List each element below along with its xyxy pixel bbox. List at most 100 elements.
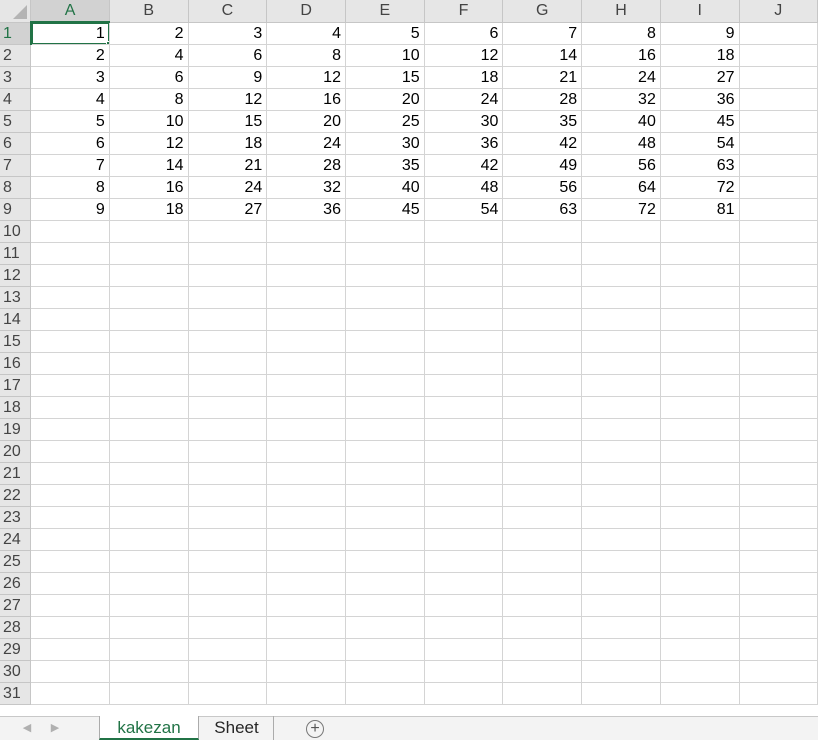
- cell-b31[interactable]: [109, 682, 189, 705]
- cell-h12[interactable]: [581, 264, 661, 287]
- cell-e25[interactable]: [345, 550, 425, 573]
- cell-i19[interactable]: [660, 418, 740, 441]
- row-header-4[interactable]: 4: [0, 88, 32, 111]
- cell-e24[interactable]: [345, 528, 425, 551]
- cell-f16[interactable]: [424, 352, 504, 375]
- cell-i10[interactable]: [660, 220, 740, 243]
- cell-e27[interactable]: [345, 594, 425, 617]
- column-header-e[interactable]: E: [345, 0, 425, 23]
- cell-b5[interactable]: 10: [109, 110, 189, 133]
- cell-d5[interactable]: 20: [266, 110, 346, 133]
- cell-j15[interactable]: [739, 330, 818, 353]
- cell-g28[interactable]: [502, 616, 583, 639]
- cell-c8[interactable]: 24: [188, 176, 268, 199]
- cell-i8[interactable]: 72: [660, 176, 740, 199]
- cell-a25[interactable]: [30, 550, 110, 573]
- cell-h4[interactable]: 32: [581, 88, 661, 111]
- cell-a17[interactable]: [30, 374, 110, 397]
- cell-e29[interactable]: [345, 638, 425, 661]
- cell-j26[interactable]: [739, 572, 818, 595]
- cell-d2[interactable]: 8: [266, 44, 346, 67]
- cell-b12[interactable]: [109, 264, 189, 287]
- cell-d21[interactable]: [266, 462, 346, 485]
- cell-a5[interactable]: 5: [30, 110, 110, 133]
- cell-d28[interactable]: [266, 616, 346, 639]
- cell-e30[interactable]: [345, 660, 425, 683]
- row-header-13[interactable]: 13: [0, 286, 32, 309]
- cell-e15[interactable]: [345, 330, 425, 353]
- cell-g8[interactable]: 56: [502, 176, 583, 199]
- cell-c23[interactable]: [188, 506, 268, 529]
- cell-a4[interactable]: 4: [30, 88, 110, 111]
- cell-i28[interactable]: [660, 616, 740, 639]
- cell-c27[interactable]: [188, 594, 268, 617]
- cell-g29[interactable]: [502, 638, 583, 661]
- cell-a23[interactable]: [30, 506, 110, 529]
- cell-f1[interactable]: 6: [424, 22, 504, 45]
- cell-g5[interactable]: 35: [502, 110, 583, 133]
- cell-f31[interactable]: [424, 682, 504, 705]
- cell-a12[interactable]: [30, 264, 110, 287]
- cell-i2[interactable]: 18: [660, 44, 740, 67]
- cell-j12[interactable]: [739, 264, 818, 287]
- cell-j16[interactable]: [739, 352, 818, 375]
- column-header-b[interactable]: B: [109, 0, 189, 23]
- cell-b13[interactable]: [109, 286, 189, 309]
- column-header-c[interactable]: C: [188, 0, 268, 23]
- cell-i14[interactable]: [660, 308, 740, 331]
- cell-g14[interactable]: [502, 308, 583, 331]
- cell-g11[interactable]: [502, 242, 583, 265]
- cell-b20[interactable]: [109, 440, 189, 463]
- cell-a26[interactable]: [30, 572, 110, 595]
- cell-c12[interactable]: [188, 264, 268, 287]
- cell-g12[interactable]: [502, 264, 583, 287]
- cell-g20[interactable]: [502, 440, 583, 463]
- cell-h11[interactable]: [581, 242, 661, 265]
- cell-c6[interactable]: 18: [188, 132, 268, 155]
- cell-f8[interactable]: 48: [424, 176, 504, 199]
- cell-h13[interactable]: [581, 286, 661, 309]
- cell-a20[interactable]: [30, 440, 110, 463]
- row-header-1[interactable]: 1: [0, 22, 32, 45]
- row-header-28[interactable]: 28: [0, 616, 32, 639]
- cell-e18[interactable]: [345, 396, 425, 419]
- cell-f29[interactable]: [424, 638, 504, 661]
- cell-j28[interactable]: [739, 616, 818, 639]
- cell-b2[interactable]: 4: [109, 44, 189, 67]
- cell-c1[interactable]: 3: [188, 22, 268, 45]
- cell-e1[interactable]: 5: [345, 22, 425, 45]
- row-header-15[interactable]: 15: [0, 330, 32, 353]
- cell-d7[interactable]: 28: [266, 154, 346, 177]
- cell-i23[interactable]: [660, 506, 740, 529]
- column-header-d[interactable]: D: [266, 0, 346, 23]
- cell-f22[interactable]: [424, 484, 504, 507]
- cell-j10[interactable]: [739, 220, 818, 243]
- cell-h3[interactable]: 24: [581, 66, 661, 89]
- cell-a27[interactable]: [30, 594, 110, 617]
- cell-e8[interactable]: 40: [345, 176, 425, 199]
- cell-f18[interactable]: [424, 396, 504, 419]
- cell-i7[interactable]: 63: [660, 154, 740, 177]
- cell-b27[interactable]: [109, 594, 189, 617]
- cell-b4[interactable]: 8: [109, 88, 189, 111]
- cell-f20[interactable]: [424, 440, 504, 463]
- cell-a28[interactable]: [30, 616, 110, 639]
- cell-f28[interactable]: [424, 616, 504, 639]
- cell-a24[interactable]: [30, 528, 110, 551]
- cell-b16[interactable]: [109, 352, 189, 375]
- cell-h6[interactable]: 48: [581, 132, 661, 155]
- cell-a29[interactable]: [30, 638, 110, 661]
- row-header-24[interactable]: 24: [0, 528, 32, 551]
- cell-i1[interactable]: 9: [660, 22, 740, 45]
- cell-i27[interactable]: [660, 594, 740, 617]
- row-header-22[interactable]: 22: [0, 484, 32, 507]
- cell-i22[interactable]: [660, 484, 740, 507]
- cell-b26[interactable]: [109, 572, 189, 595]
- cell-c14[interactable]: [188, 308, 268, 331]
- cell-i21[interactable]: [660, 462, 740, 485]
- cell-g31[interactable]: [502, 682, 583, 705]
- row-header-31[interactable]: 31: [0, 682, 32, 705]
- cell-a16[interactable]: [30, 352, 110, 375]
- cell-c22[interactable]: [188, 484, 268, 507]
- cell-b7[interactable]: 14: [109, 154, 189, 177]
